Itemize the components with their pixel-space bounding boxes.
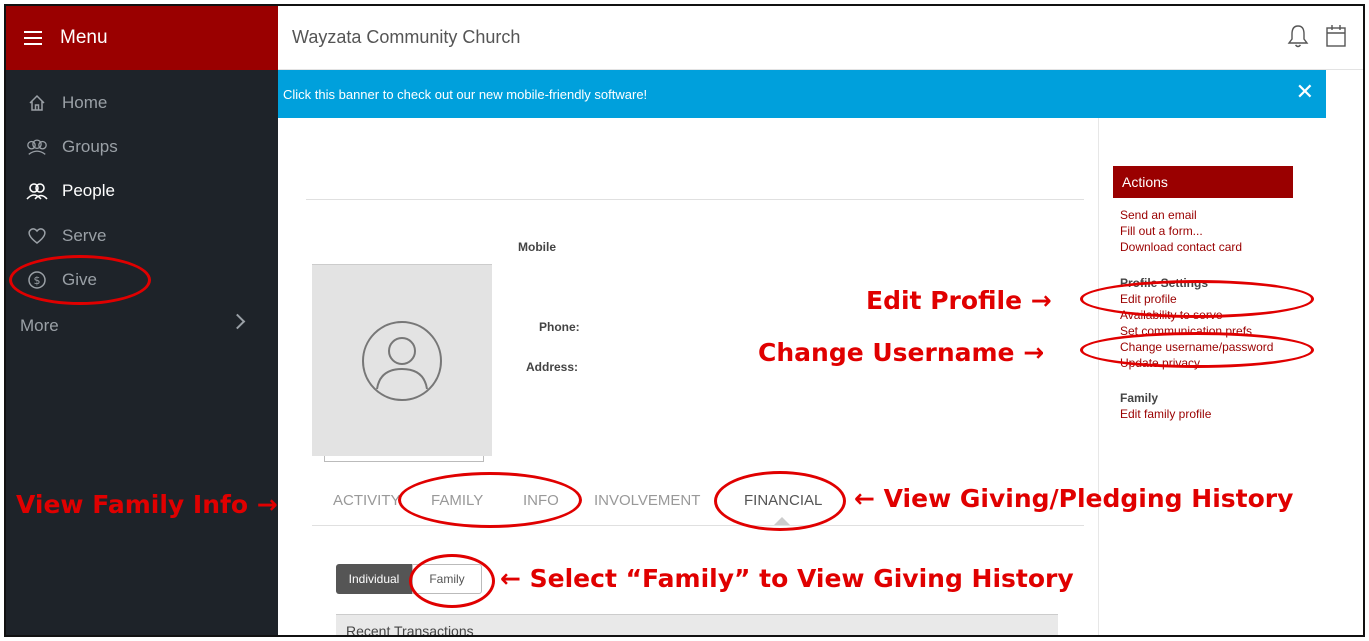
sidebar-item-label: People xyxy=(62,181,115,200)
annotation-change-username: Change Username → xyxy=(758,338,1045,367)
header: Wayzata Community Church xyxy=(278,6,1363,70)
actions-title: Actions xyxy=(1113,166,1293,198)
menu-toggle[interactable]: Menu xyxy=(6,6,278,70)
tab-involvement[interactable]: INVOLVEMENT xyxy=(594,492,700,509)
annotation-view-family-info: View Family Info → xyxy=(16,490,278,519)
individual-toggle-button[interactable]: Individual xyxy=(336,564,412,594)
home-icon xyxy=(26,92,48,114)
sidebar-item-people[interactable]: People xyxy=(6,171,278,211)
chevron-right-icon xyxy=(229,313,246,330)
sidebar-item-label: More xyxy=(20,316,59,335)
sidebar-item-label: Serve xyxy=(62,226,107,245)
calendar-icon[interactable] xyxy=(1325,24,1347,53)
banner-text: Click this banner to check out our new m… xyxy=(283,86,648,102)
heart-icon xyxy=(26,225,48,247)
family-heading: Family xyxy=(1120,391,1159,405)
annotation-circle-change-username xyxy=(1080,332,1314,368)
annotation-circle-edit-profile xyxy=(1080,280,1314,318)
tab-activity[interactable]: ACTIVITY xyxy=(333,492,401,509)
annotation-circle-give xyxy=(9,255,151,305)
bell-icon[interactable] xyxy=(1287,24,1309,53)
annotation-select-family: ← Select “Family” to View Giving History xyxy=(500,564,1074,593)
annotation-view-giving-history: ← View Giving/Pledging History xyxy=(854,484,1294,513)
download-contact-card-link[interactable]: Download contact card xyxy=(1120,240,1242,254)
sidebar-item-more[interactable]: More xyxy=(6,306,278,346)
edit-family-profile-link[interactable]: Edit family profile xyxy=(1120,407,1211,421)
sidebar-item-groups[interactable]: Groups xyxy=(6,127,278,167)
sidebar-item-label: Home xyxy=(62,93,108,112)
fill-form-link[interactable]: Fill out a form... xyxy=(1120,224,1203,238)
sidebar-item-home[interactable]: Home xyxy=(6,83,278,123)
sidebar-item-label: Groups xyxy=(62,137,118,156)
annotation-circle-financial xyxy=(714,471,846,531)
send-email-link[interactable]: Send an email xyxy=(1120,208,1197,222)
hamburger-icon xyxy=(24,31,42,45)
close-icon[interactable]: ✕ xyxy=(1296,81,1314,103)
app-window: Menu Home Groups People Serve $ Give Mor… xyxy=(4,4,1365,637)
groups-icon xyxy=(26,136,48,158)
avatar-placeholder-icon xyxy=(362,320,442,401)
sidebar-item-serve[interactable]: Serve xyxy=(6,216,278,256)
divider xyxy=(306,199,1084,200)
annotation-circle-family-toggle xyxy=(409,554,495,608)
profile-photo[interactable] xyxy=(312,264,492,456)
mobile-label: Mobile xyxy=(518,240,556,254)
org-name: Wayzata Community Church xyxy=(292,27,521,47)
recent-transactions-header: Recent Transactions xyxy=(336,614,1058,635)
sidebar: Menu Home Groups People Serve $ Give Mor… xyxy=(6,6,278,635)
people-icon xyxy=(26,180,48,202)
menu-label: Menu xyxy=(60,27,108,48)
mobile-banner[interactable]: Click this banner to check out our new m… xyxy=(278,70,1326,118)
annotation-edit-profile: Edit Profile → xyxy=(866,286,1052,315)
annotation-circle-family-info xyxy=(398,472,582,528)
address-label: Address: xyxy=(526,360,579,374)
photo-caption-box xyxy=(324,456,484,462)
tabs-divider xyxy=(312,525,1084,526)
phone-label: Phone: xyxy=(539,320,580,334)
